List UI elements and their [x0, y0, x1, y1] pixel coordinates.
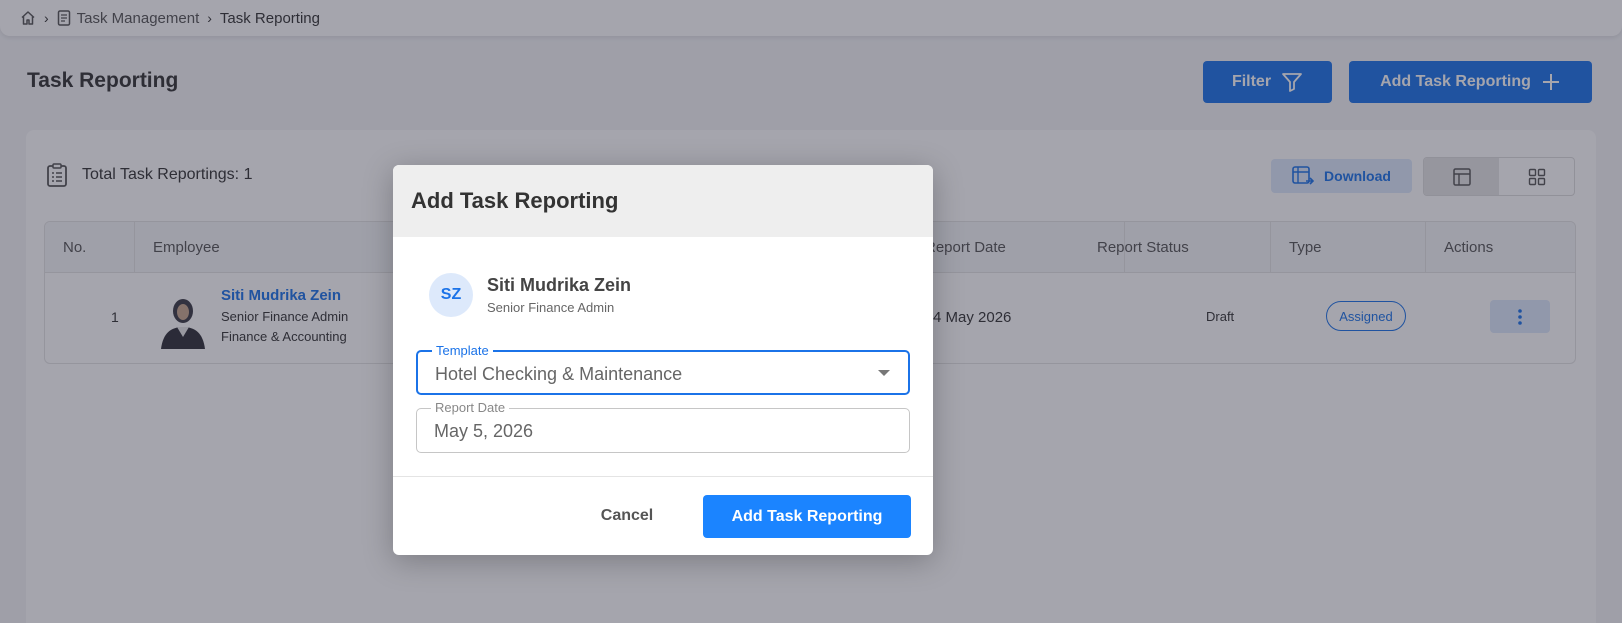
dialog-divider [393, 476, 933, 477]
dropdown-caret-icon [878, 370, 890, 376]
report-date-value: May 5, 2026 [434, 421, 534, 441]
employee-name: Siti Mudrika Zein [487, 275, 632, 295]
dialog-title: Add Task Reporting [393, 165, 933, 237]
template-select[interactable]: Template Hotel Checking & Maintenance [416, 343, 910, 395]
template-value: Hotel Checking & Maintenance [435, 364, 683, 384]
report-date-label: Report Date [431, 400, 510, 415]
report-date-field[interactable]: Report Date May 5, 2026 [416, 400, 910, 453]
employee-role: Senior Finance Admin [487, 300, 615, 315]
add-task-reporting-dialog: Add Task Reporting SZ Siti Mudrika Zein … [393, 165, 933, 555]
selected-employee: SZ Siti Mudrika Zein Senior Finance Admi… [429, 273, 631, 317]
avatar: SZ [429, 273, 473, 317]
submit-add-task-reporting-button[interactable]: Add Task Reporting [703, 495, 911, 538]
template-label: Template [432, 343, 493, 358]
cancel-button[interactable]: Cancel [592, 495, 662, 537]
